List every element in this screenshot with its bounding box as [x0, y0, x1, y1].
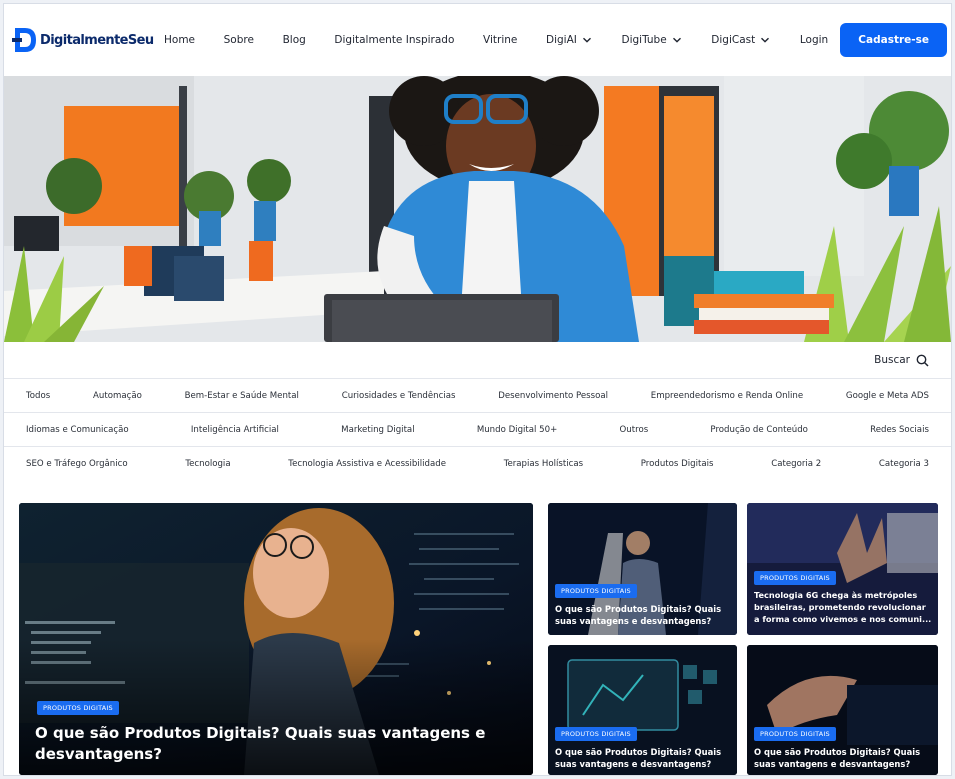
category-link[interactable]: Redes Sociais: [870, 425, 929, 435]
post-title-line: O que são Produtos Digitais? Quais: [555, 604, 722, 614]
nav-digitalmente-inspirado[interactable]: Digitalmente Inspirado: [334, 34, 454, 46]
category-link[interactable]: Google e Meta ADS: [846, 391, 929, 401]
category-row-1: Todos Automação Bem-Estar e Saúde Mental…: [4, 378, 951, 412]
post-title-line: Tecnologia 6G chega às metrópoles: [754, 590, 918, 600]
page-frame: DigitalmenteSeu Home Sobre Blog Digitalm…: [4, 4, 951, 775]
category-link[interactable]: Produtos Digitais: [641, 459, 714, 469]
post-title[interactable]: Tecnologia 6G chega às metrópoles brasil…: [754, 589, 936, 625]
category-link[interactable]: Bem-Estar e Saúde Mental: [185, 391, 299, 401]
nav-digitube[interactable]: DigiTube: [621, 34, 682, 46]
nav-digicast[interactable]: DigiCast: [711, 34, 771, 46]
category-link[interactable]: Todos: [26, 391, 50, 401]
hero-image: [4, 76, 951, 342]
post-title-line: suas vantagens e desvantagens?: [754, 759, 911, 769]
post-title[interactable]: O que são Produtos Digitais? Quais suas …: [754, 746, 936, 770]
post-title-line: O que são Produtos Digitais? Quais: [555, 747, 722, 757]
nav-home[interactable]: Home: [164, 34, 195, 46]
nav-digitube-label: DigiTube: [621, 34, 667, 46]
nav-digiai-label: DigiAI: [545, 34, 577, 46]
logo-text: DigitalmenteSeu: [40, 32, 154, 48]
post-category-badge[interactable]: Produtos Digitais: [754, 571, 836, 585]
post-title-line: suas vantagens e desvantagens?: [555, 759, 712, 769]
featured-title-line: desvantagens?: [35, 745, 162, 763]
search-icon: [916, 354, 929, 367]
post-category-badge[interactable]: Produtos Digitais: [37, 701, 119, 715]
main-nav: Home Sobre Blog Digitalmente Inspirado V…: [158, 34, 840, 46]
site-header: DigitalmenteSeu Home Sobre Blog Digitalm…: [4, 4, 951, 76]
post-title-line: O que são Produtos Digitais? Quais: [754, 747, 921, 757]
category-link[interactable]: Marketing Digital: [341, 425, 414, 435]
category-link[interactable]: Produção de Conteúdo: [710, 425, 808, 435]
category-row-2: Idiomas e Comunicação Inteligência Artif…: [4, 412, 951, 446]
category-link[interactable]: Desenvolvimento Pessoal: [498, 391, 608, 401]
category-link[interactable]: SEO e Tráfego Orgânico: [26, 459, 128, 469]
featured-title-line: O que são Produtos Digitais? Quais suas …: [35, 724, 486, 742]
category-link[interactable]: Empreendedorismo e Renda Online: [651, 391, 803, 401]
post-title-line: suas vantagens e desvantagens?: [555, 616, 712, 626]
chevron-down-icon: [582, 37, 591, 43]
category-link[interactable]: Curiosidades e Tendências: [342, 391, 456, 401]
chevron-down-icon: [761, 37, 770, 43]
post-category-badge[interactable]: Produtos Digitais: [555, 727, 637, 741]
category-link[interactable]: Terapias Holísticas: [504, 459, 583, 469]
post-card[interactable]: Produtos Digitais O que são Produtos Dig…: [747, 645, 938, 775]
post-card[interactable]: Produtos Digitais O que são Produtos Dig…: [548, 503, 737, 635]
category-link[interactable]: Automação: [93, 391, 142, 401]
posts-grid: Produtos Digitais O que são Produtos Dig…: [19, 503, 938, 775]
nav-sobre[interactable]: Sobre: [224, 34, 254, 46]
nav-digicast-label: DigiCast: [711, 34, 756, 46]
nav-blog[interactable]: Blog: [283, 34, 306, 46]
post-title-line: brasileiras, prometendo revolucionar: [754, 602, 926, 612]
category-link[interactable]: Idiomas e Comunicação: [26, 425, 129, 435]
featured-post-title[interactable]: O que são Produtos Digitais? Quais suas …: [35, 723, 485, 765]
category-link[interactable]: Tecnologia: [185, 459, 230, 469]
search-row: Buscar: [4, 342, 951, 378]
featured-post-card[interactable]: Produtos Digitais O que são Produtos Dig…: [19, 503, 533, 775]
category-link[interactable]: Categoria 2: [771, 459, 821, 469]
post-title[interactable]: O que são Produtos Digitais? Quais suas …: [555, 746, 735, 770]
post-title[interactable]: O que são Produtos Digitais? Quais suas …: [555, 603, 735, 627]
nav-vitrine[interactable]: Vitrine: [483, 34, 517, 46]
post-card[interactable]: Produtos Digitais O que são Produtos Dig…: [548, 645, 737, 775]
category-link[interactable]: Outros: [620, 425, 649, 435]
category-row-3: SEO e Tráfego Orgânico Tecnologia Tecnol…: [4, 446, 951, 480]
post-category-badge[interactable]: Produtos Digitais: [754, 727, 836, 741]
site-logo[interactable]: DigitalmenteSeu: [10, 24, 158, 56]
category-link[interactable]: Tecnologia Assistiva e Acessibilidade: [288, 459, 446, 469]
signup-button[interactable]: Cadastre-se: [840, 23, 947, 57]
category-link[interactable]: Inteligência Artificial: [191, 425, 279, 435]
category-link[interactable]: Categoria 3: [879, 459, 929, 469]
search-label: Buscar: [874, 354, 910, 366]
category-link[interactable]: Mundo Digital 50+: [477, 425, 558, 435]
post-category-badge[interactable]: Produtos Digitais: [555, 584, 637, 598]
hero-banner: [4, 76, 951, 342]
search-button[interactable]: Buscar: [874, 354, 929, 367]
post-title-line: a forma como vivemos e nos comuni...: [754, 614, 932, 624]
post-card[interactable]: Produtos Digitais Tecnologia 6G chega às…: [747, 503, 938, 635]
chevron-down-icon: [672, 37, 681, 43]
logo-icon: [12, 28, 36, 52]
nav-login[interactable]: Login: [800, 34, 828, 46]
nav-digiai[interactable]: DigiAI: [546, 34, 593, 46]
